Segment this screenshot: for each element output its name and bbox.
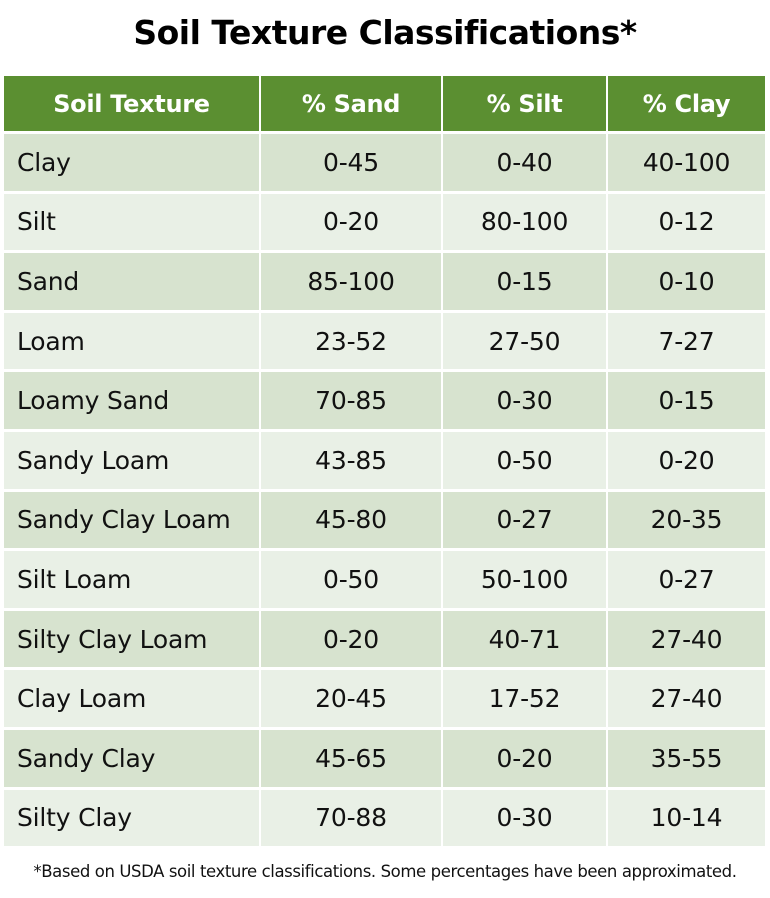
footnote: *Based on USDA soil texture classificati… <box>33 862 737 881</box>
cell-texture: Loam <box>4 312 259 370</box>
cell-sand: 45-80 <box>261 491 441 549</box>
cell-silt: 0-30 <box>443 372 606 429</box>
table-row: Loam 23-52 27-50 7-27 <box>4 312 765 370</box>
column-header-silt: % Silt <box>443 76 606 131</box>
cell-texture: Sandy Clay Loam <box>4 491 259 549</box>
cell-silt: 0-30 <box>443 789 606 847</box>
cell-silt: 17-52 <box>443 670 606 727</box>
cell-clay: 0-10 <box>608 253 765 310</box>
cell-texture: Sand <box>4 253 259 310</box>
table-row: Sand 85-100 0-15 0-10 <box>4 253 765 310</box>
cell-texture: Silt Loam <box>4 551 259 608</box>
column-header-soil-texture: Soil Texture <box>4 76 259 131</box>
cell-texture: Silt <box>4 193 259 251</box>
cell-silt: 27-50 <box>443 312 606 370</box>
cell-clay: 0-12 <box>608 193 765 251</box>
table-header-row: Soil Texture % Sand % Silt % Clay <box>4 76 765 131</box>
cell-clay: 0-15 <box>608 372 765 429</box>
cell-silt: 0-27 <box>443 491 606 549</box>
cell-texture: Loamy Sand <box>4 372 259 429</box>
table-row: Clay 0-45 0-40 40-100 <box>4 134 765 191</box>
cell-clay: 35-55 <box>608 729 765 787</box>
table-row: Sandy Loam 43-85 0-50 0-20 <box>4 431 765 489</box>
cell-clay: 27-40 <box>608 670 765 727</box>
cell-sand: 0-50 <box>261 551 441 608</box>
page-title: Soil Texture Classifications* <box>133 13 637 52</box>
column-header-clay: % Clay <box>608 76 765 131</box>
cell-texture: Silty Clay Loam <box>4 610 259 668</box>
cell-sand: 70-85 <box>261 372 441 429</box>
soil-texture-table: Soil Texture % Sand % Silt % Clay Clay 0… <box>2 73 767 849</box>
cell-silt: 0-20 <box>443 729 606 787</box>
table-row: Sandy Clay Loam 45-80 0-27 20-35 <box>4 491 765 549</box>
table-row: Silty Clay 70-88 0-30 10-14 <box>4 789 765 847</box>
cell-texture: Clay <box>4 134 259 191</box>
column-header-sand: % Sand <box>261 76 441 131</box>
cell-silt: 40-71 <box>443 610 606 668</box>
cell-clay: 0-20 <box>608 431 765 489</box>
cell-clay: 40-100 <box>608 134 765 191</box>
cell-silt: 0-50 <box>443 431 606 489</box>
cell-sand: 20-45 <box>261 670 441 727</box>
cell-clay: 10-14 <box>608 789 765 847</box>
cell-sand: 23-52 <box>261 312 441 370</box>
cell-sand: 0-20 <box>261 193 441 251</box>
table-row: Silt 0-20 80-100 0-12 <box>4 193 765 251</box>
cell-texture: Sandy Clay <box>4 729 259 787</box>
table-row: Clay Loam 20-45 17-52 27-40 <box>4 670 765 727</box>
cell-sand: 43-85 <box>261 431 441 489</box>
cell-sand: 70-88 <box>261 789 441 847</box>
cell-clay: 7-27 <box>608 312 765 370</box>
table-row: Silty Clay Loam 0-20 40-71 27-40 <box>4 610 765 668</box>
table-row: Silt Loam 0-50 50-100 0-27 <box>4 551 765 608</box>
cell-sand: 45-65 <box>261 729 441 787</box>
cell-silt: 50-100 <box>443 551 606 608</box>
cell-silt: 80-100 <box>443 193 606 251</box>
cell-clay: 20-35 <box>608 491 765 549</box>
cell-texture: Clay Loam <box>4 670 259 727</box>
cell-sand: 0-20 <box>261 610 441 668</box>
table-row: Sandy Clay 45-65 0-20 35-55 <box>4 729 765 787</box>
cell-texture: Sandy Loam <box>4 431 259 489</box>
cell-silt: 0-15 <box>443 253 606 310</box>
cell-sand: 85-100 <box>261 253 441 310</box>
cell-clay: 0-27 <box>608 551 765 608</box>
cell-sand: 0-45 <box>261 134 441 191</box>
cell-clay: 27-40 <box>608 610 765 668</box>
cell-silt: 0-40 <box>443 134 606 191</box>
cell-texture: Silty Clay <box>4 789 259 847</box>
table-row: Loamy Sand 70-85 0-30 0-15 <box>4 372 765 429</box>
